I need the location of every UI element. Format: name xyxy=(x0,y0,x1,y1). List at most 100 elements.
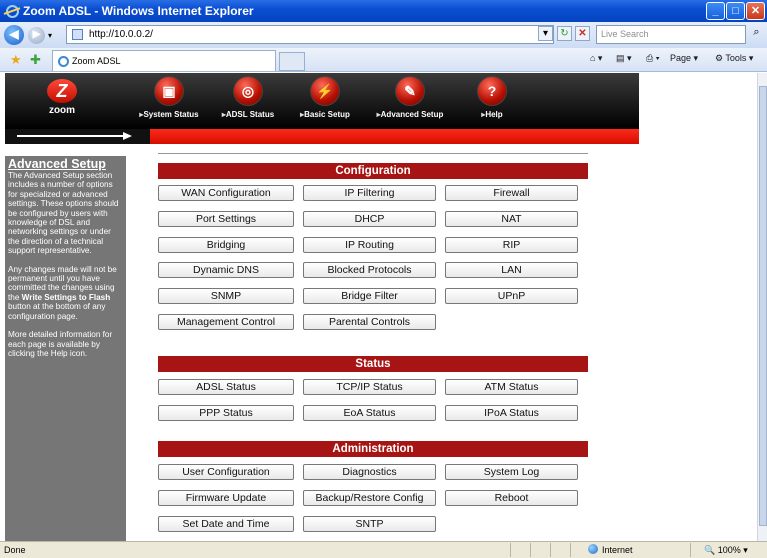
search-icon[interactable]: ⌕ xyxy=(749,26,764,43)
print-icon[interactable]: ⎙ ▾ xyxy=(646,53,659,64)
dhcp-button[interactable]: DHCP xyxy=(303,211,436,227)
new-tab-button[interactable] xyxy=(279,52,305,71)
minimize-button[interactable]: _ xyxy=(706,2,725,20)
status-header: Status xyxy=(158,356,588,372)
status-bar: Done Internet 🔍 100% ▾ xyxy=(0,541,767,558)
zoom-z-icon: Z xyxy=(47,79,77,103)
address-dropdown-icon[interactable]: ▾ xyxy=(538,26,553,41)
set-date-time-button[interactable]: Set Date and Time xyxy=(158,516,294,532)
tools-menu[interactable]: ⚙ Tools ▾ xyxy=(715,53,753,64)
title-bar: Zoom ADSL - Windows Internet Explorer _ … xyxy=(0,0,767,22)
nav-label: ADSL Status xyxy=(213,110,283,119)
administration-header: Administration xyxy=(158,441,588,457)
user-configuration-button[interactable]: User Configuration xyxy=(158,464,294,480)
vertical-scrollbar[interactable] xyxy=(757,73,767,541)
upnp-button[interactable]: UPnP xyxy=(445,288,578,304)
sidebar-note-c: button at the bottom of any configuratio… xyxy=(8,302,106,321)
ppp-status-button[interactable]: PPP Status xyxy=(158,405,294,421)
divider xyxy=(550,543,551,557)
bridging-button[interactable]: Bridging xyxy=(158,237,294,253)
adsl-status-button[interactable]: ADSL Status xyxy=(158,379,294,395)
close-button[interactable]: ✕ xyxy=(746,2,765,20)
magnifier-icon: ◎ xyxy=(233,76,263,106)
security-zone: Internet xyxy=(588,542,633,558)
reboot-button[interactable]: Reboot xyxy=(445,490,578,506)
address-input[interactable]: http://10.0.0.2/ xyxy=(66,25,554,44)
nav-label: System Status xyxy=(132,110,206,119)
history-dropdown-icon[interactable]: ▾ xyxy=(48,31,52,40)
lan-button[interactable]: LAN xyxy=(445,262,578,278)
system-log-button[interactable]: System Log xyxy=(445,464,578,480)
firewall-button[interactable]: Firewall xyxy=(445,185,578,201)
nav-advanced-setup[interactable]: ✎ Advanced Setup xyxy=(365,76,455,119)
page-menu-label: Page xyxy=(670,53,692,63)
rip-button[interactable]: RIP xyxy=(445,237,578,253)
stop-icon[interactable]: ✕ xyxy=(575,26,590,41)
page-icon xyxy=(72,29,83,40)
nav-basic-setup[interactable]: ⚡ Basic Setup xyxy=(292,76,358,119)
system-status-icon: ▣ xyxy=(154,76,184,106)
tcpip-status-button[interactable]: TCP/IP Status xyxy=(303,379,436,395)
sidebar-note: Any changes made will not be permanent u… xyxy=(8,265,123,321)
help-sidebar: Advanced Setup The Advanced Setup sectio… xyxy=(5,156,126,541)
tab-toolbar: ★ ✚ Zoom ADSL ⌂ ▾ ▤ ▾ ⎙ ▾ Page ▾ ⚙ Tools… xyxy=(0,48,767,72)
favorites-star-icon[interactable]: ★ xyxy=(10,52,22,68)
port-settings-button[interactable]: Port Settings xyxy=(158,211,294,227)
configuration-header: Configuration xyxy=(158,163,588,179)
ip-routing-button[interactable]: IP Routing xyxy=(303,237,436,253)
arrow-graphic xyxy=(5,129,150,144)
add-favorite-icon[interactable]: ✚ xyxy=(30,52,41,68)
scrollbar-thumb[interactable] xyxy=(759,86,767,526)
nat-button[interactable]: NAT xyxy=(445,211,578,227)
wan-configuration-button[interactable]: WAN Configuration xyxy=(158,185,294,201)
page-viewport: Z zoom ▣ System Status ◎ ADSL Status ⚡ B… xyxy=(0,73,757,541)
tab-title: Zoom ADSL xyxy=(72,56,121,66)
nav-adsl-status[interactable]: ◎ ADSL Status xyxy=(213,76,283,119)
snmp-button[interactable]: SNMP xyxy=(158,288,294,304)
status-text: Done xyxy=(4,545,26,555)
wrench-icon: ✎ xyxy=(395,76,425,106)
feeds-icon[interactable]: ▤ ▾ xyxy=(616,53,632,64)
tab-zoom-adsl[interactable]: Zoom ADSL xyxy=(52,50,276,71)
diagnostics-button[interactable]: Diagnostics xyxy=(303,464,436,480)
ie-logo-icon xyxy=(6,4,19,18)
divider xyxy=(510,543,511,557)
nav-label: Advanced Setup xyxy=(365,110,455,119)
logo-text: zoom xyxy=(48,105,76,116)
blocked-protocols-button[interactable]: Blocked Protocols xyxy=(303,262,436,278)
window-title: Zoom ADSL - Windows Internet Explorer xyxy=(23,4,254,18)
sntp-button[interactable]: SNTP xyxy=(303,516,436,532)
browser-window: Zoom ADSL - Windows Internet Explorer _ … xyxy=(0,0,767,558)
refresh-icon[interactable]: ↻ xyxy=(557,26,572,41)
zoom-logo: Z zoom xyxy=(44,79,80,123)
address-text: http://10.0.0.2/ xyxy=(89,29,153,40)
eoa-status-button[interactable]: EoA Status xyxy=(303,405,436,421)
nav-label: Help xyxy=(468,110,516,119)
maximize-button[interactable]: □ xyxy=(726,2,745,20)
divider xyxy=(690,543,691,557)
search-input[interactable]: Live Search xyxy=(596,25,746,44)
zoom-banner: Z zoom ▣ System Status ◎ ADSL Status ⚡ B… xyxy=(5,73,639,129)
management-control-button[interactable]: Management Control xyxy=(158,314,294,330)
page-menu[interactable]: Page ▾ xyxy=(670,53,698,64)
firmware-update-button[interactable]: Firmware Update xyxy=(158,490,294,506)
zoom-level[interactable]: 🔍 100% ▾ xyxy=(704,542,748,558)
atm-status-button[interactable]: ATM Status xyxy=(445,379,578,395)
nav-system-status[interactable]: ▣ System Status xyxy=(132,76,206,119)
sidebar-title: Advanced Setup xyxy=(8,157,106,171)
help-question-icon: ? xyxy=(477,76,507,106)
parental-controls-button[interactable]: Parental Controls xyxy=(303,314,436,330)
backup-restore-config-button[interactable]: Backup/Restore Config xyxy=(303,490,436,506)
home-icon[interactable]: ⌂ ▾ xyxy=(590,53,602,64)
dynamic-dns-button[interactable]: Dynamic DNS xyxy=(158,262,294,278)
bridge-filter-button[interactable]: Bridge Filter xyxy=(303,288,436,304)
plug-icon: ⚡ xyxy=(310,76,340,106)
ip-filtering-button[interactable]: IP Filtering xyxy=(303,185,436,201)
advanced-setup-panel: Configuration WAN Configuration IP Filte… xyxy=(158,153,588,541)
nav-label: Basic Setup xyxy=(292,110,358,119)
nav-help[interactable]: ? Help xyxy=(468,76,516,119)
forward-arrow-icon[interactable]: ▶ xyxy=(28,26,45,44)
ipoa-status-button[interactable]: IPoA Status xyxy=(445,405,578,421)
back-arrow-icon[interactable]: ◀ xyxy=(4,25,24,45)
tab-favicon-icon xyxy=(58,56,69,67)
